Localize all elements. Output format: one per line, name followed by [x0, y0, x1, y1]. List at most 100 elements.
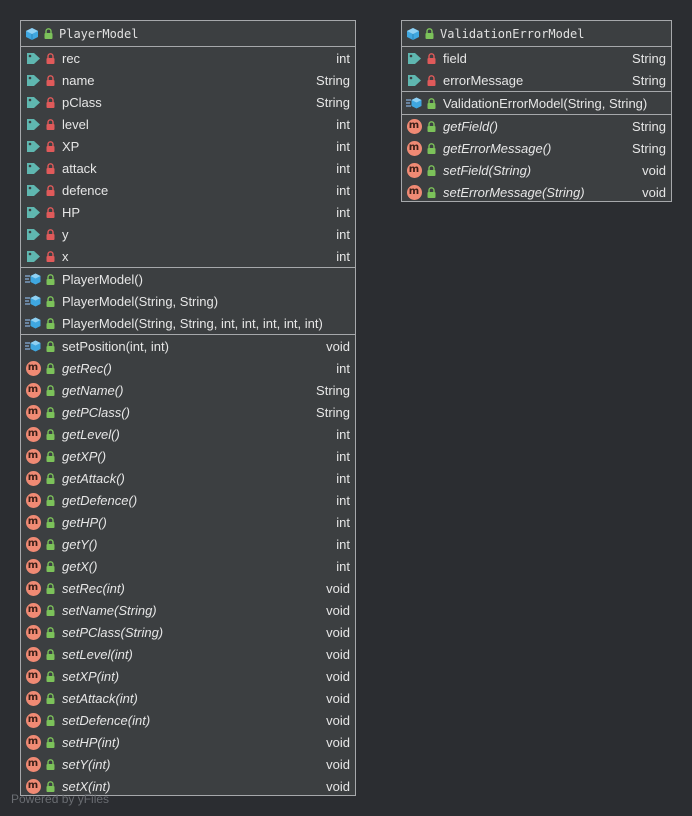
private-lock-icon [45, 52, 55, 64]
field-type: String [632, 50, 666, 66]
method-row[interactable]: m getName() String [21, 379, 355, 401]
constructor-icon [406, 95, 422, 111]
field-tag-icon [406, 72, 422, 88]
method-row[interactable]: m setErrorMessage(String) void [402, 181, 671, 203]
constructor-row[interactable]: PlayerModel(String, String) [21, 290, 355, 312]
method-icon: m [406, 140, 422, 156]
field-row[interactable]: name String [21, 69, 355, 91]
private-lock-icon [45, 96, 55, 108]
field-row[interactable]: HP int [21, 201, 355, 223]
method-row[interactable]: m setPClass(String) void [21, 621, 355, 643]
constructor-row[interactable]: ValidationErrorModel(String, String) [402, 92, 671, 114]
method-row[interactable]: m getY() int [21, 533, 355, 555]
field-row[interactable]: attack int [21, 157, 355, 179]
class-header[interactable]: ValidationErrorModel [402, 21, 671, 47]
method-type: void [326, 338, 350, 354]
field-type: int [336, 138, 350, 154]
method-row[interactable]: m getAttack() int [21, 467, 355, 489]
method-row[interactable]: m setLevel(int) void [21, 643, 355, 665]
public-lock-icon [45, 450, 55, 462]
private-lock-icon [426, 52, 436, 64]
field-row[interactable]: field String [402, 47, 671, 69]
public-lock-icon [45, 714, 55, 726]
field-tag-icon [25, 94, 41, 110]
public-lock-icon [45, 494, 55, 506]
public-lock-icon [45, 736, 55, 748]
public-lock-icon [45, 560, 55, 572]
private-lock-icon [45, 228, 55, 240]
method-icon: m [406, 118, 422, 134]
field-row[interactable]: errorMessage String [402, 69, 671, 91]
method-name: getX() [62, 558, 98, 574]
public-lock-icon [45, 472, 55, 484]
constructor-row[interactable]: PlayerModel() [21, 268, 355, 290]
method-name: setXP(int) [62, 668, 120, 684]
method-row[interactable]: m setField(String) void [402, 159, 671, 181]
method-type: void [326, 690, 350, 706]
method-icon: m [25, 624, 41, 640]
class-icon [25, 27, 39, 41]
constructor-row[interactable]: PlayerModel(String, String, int, int, in… [21, 312, 355, 334]
method-row[interactable]: m getErrorMessage() String [402, 137, 671, 159]
field-tag-icon [25, 226, 41, 242]
method-row[interactable]: m getDefence() int [21, 489, 355, 511]
field-type: String [316, 72, 350, 88]
method-row[interactable]: m getPClass() String [21, 401, 355, 423]
constructors-section: ValidationErrorModel(String, String) [402, 92, 671, 115]
method-row[interactable]: m setAttack(int) void [21, 687, 355, 709]
method-row[interactable]: m getRec() int [21, 357, 355, 379]
public-lock-icon [45, 604, 55, 616]
method-row[interactable]: m setY(int) void [21, 753, 355, 775]
method-name: setPClass(String) [62, 624, 164, 640]
method-name: getAttack() [62, 470, 125, 486]
field-name: defence [62, 182, 109, 198]
method-row[interactable]: setPosition(int, int) void [21, 335, 355, 357]
field-row[interactable]: y int [21, 223, 355, 245]
method-name: setY(int) [62, 756, 111, 772]
method-icon: m [25, 734, 41, 750]
method-row[interactable]: m setRec(int) void [21, 577, 355, 599]
method-row[interactable]: m getField() String [402, 115, 671, 137]
instance-method-icon [25, 338, 41, 354]
field-row[interactable]: pClass String [21, 91, 355, 113]
method-row[interactable]: m getXP() int [21, 445, 355, 467]
method-row[interactable]: m setXP(int) void [21, 665, 355, 687]
field-type: int [336, 182, 350, 198]
field-row[interactable]: XP int [21, 135, 355, 157]
method-name: getLevel() [62, 426, 120, 442]
method-name: getPClass() [62, 404, 130, 420]
field-row[interactable]: x int [21, 245, 355, 267]
private-lock-icon [45, 250, 55, 262]
public-lock-icon [45, 780, 55, 792]
field-row[interactable]: rec int [21, 47, 355, 69]
public-lock-icon [45, 406, 55, 418]
field-name: rec [62, 50, 81, 66]
method-type: int [336, 514, 350, 530]
method-row[interactable]: m setHP(int) void [21, 731, 355, 753]
method-type: String [632, 118, 666, 134]
method-icon: m [406, 184, 422, 200]
method-row[interactable]: m getLevel() int [21, 423, 355, 445]
class-node-playermodel[interactable]: PlayerModel rec int name String pClass String l… [20, 20, 356, 796]
public-lock-icon [45, 648, 55, 660]
field-type: int [336, 160, 350, 176]
class-header[interactable]: PlayerModel [21, 21, 355, 47]
constructor-icon [25, 293, 41, 309]
field-row[interactable]: defence int [21, 179, 355, 201]
field-name: errorMessage [443, 72, 524, 88]
method-row[interactable]: m setDefence(int) void [21, 709, 355, 731]
field-name: attack [62, 160, 97, 176]
method-type: String [632, 140, 666, 156]
field-name: XP [62, 138, 80, 154]
private-lock-icon [45, 140, 55, 152]
field-row[interactable]: level int [21, 113, 355, 135]
method-type: void [326, 734, 350, 750]
public-lock-icon [45, 516, 55, 528]
method-row[interactable]: m getHP() int [21, 511, 355, 533]
method-row[interactable]: m setName(String) void [21, 599, 355, 621]
class-node-validationerrormodel[interactable]: ValidationErrorModel field String errorMess… [401, 20, 672, 202]
method-name: getDefence() [62, 492, 138, 508]
public-lock-icon [45, 273, 55, 285]
method-row[interactable]: m getX() int [21, 555, 355, 577]
public-lock-icon [45, 538, 55, 550]
